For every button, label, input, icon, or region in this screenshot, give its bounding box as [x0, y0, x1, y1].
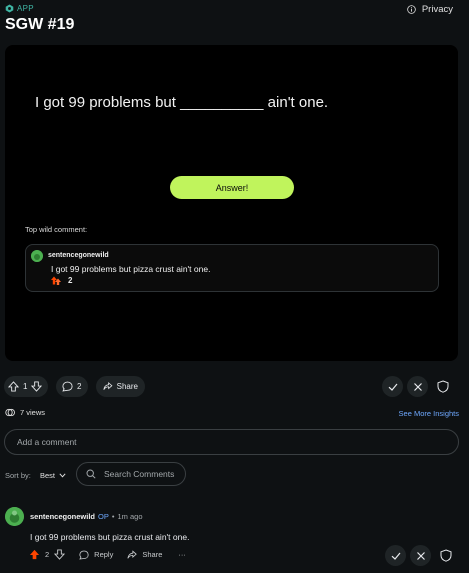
comment-vote-control: 2: [29, 549, 66, 560]
comment-username[interactable]: sentencegonewild: [30, 512, 95, 521]
more-options-button[interactable]: ···: [178, 550, 186, 559]
comment-remove-button[interactable]: [410, 545, 431, 566]
upvote-arrows-icon: [51, 276, 61, 285]
view-count: 7 views: [20, 408, 46, 417]
vote-count: 1: [23, 382, 28, 391]
downvote-icon[interactable]: [31, 381, 43, 392]
top-wild-label: Top wild comment:: [25, 225, 88, 234]
top-comment-votes: 2: [51, 276, 72, 285]
sort-dropdown[interactable]: Best: [40, 471, 66, 480]
remove-button[interactable]: [407, 376, 428, 397]
mod-shield-button[interactable]: [437, 380, 449, 393]
reply-button[interactable]: Reply: [79, 550, 113, 560]
top-wild-comment-card: sentencegonewild I got 99 problems but p…: [25, 244, 439, 292]
views-icon: [5, 408, 15, 417]
approve-button[interactable]: [382, 376, 403, 397]
snoo-avatar-icon: [5, 507, 24, 526]
search-comments-input[interactable]: Search Comments: [76, 462, 186, 486]
search-icon: [86, 469, 96, 479]
chevron-down-icon: [59, 473, 66, 478]
shield-icon: [437, 380, 449, 393]
close-icon: [413, 382, 422, 391]
share-button[interactable]: Share: [96, 376, 145, 397]
comment-approve-button[interactable]: [385, 545, 406, 566]
share-icon: [103, 381, 113, 390]
shield-icon: [440, 549, 452, 562]
comment-actions: 2 Reply Share ···: [29, 549, 186, 560]
comments-button[interactable]: 2: [56, 376, 88, 397]
top-comment-vote-count: 2: [68, 276, 73, 285]
view-stats: 7 views: [5, 408, 45, 417]
privacy-link[interactable]: Privacy: [407, 4, 453, 15]
app-label: APP: [17, 4, 34, 13]
add-comment-input[interactable]: Add a comment: [4, 429, 459, 455]
share-label: Share: [116, 382, 138, 391]
avatar[interactable]: [5, 507, 24, 526]
upvote-icon[interactable]: [29, 549, 40, 560]
snoo-avatar-icon: [31, 250, 43, 262]
sort-label: Sort by:: [5, 471, 31, 480]
comment-vote-count: 2: [45, 550, 50, 559]
app-icon: [5, 4, 14, 13]
comment-bubble-icon: [62, 381, 73, 392]
close-icon: [416, 551, 425, 560]
comment-text: I got 99 problems but pizza crust ain't …: [30, 532, 190, 542]
meta-separator: •: [111, 512, 115, 521]
sentence-prompt: I got 99 problems but __________ ain't o…: [35, 94, 329, 111]
comment-share-label: Share: [142, 550, 163, 559]
share-icon: [127, 549, 138, 559]
vote-control: 1: [4, 376, 48, 397]
upvote-icon[interactable]: [8, 381, 19, 392]
comment-meta: sentencegonewild OP • 1m ago: [30, 512, 143, 521]
game-panel: I got 99 problems but __________ ain't o…: [5, 45, 458, 361]
comment-bubble-icon: [79, 550, 89, 560]
sort-value: Best: [40, 471, 56, 480]
privacy-label: Privacy: [421, 4, 453, 15]
post-title: SGW #19: [5, 16, 75, 33]
avatar: [31, 250, 43, 262]
app-badge: APP: [5, 4, 34, 13]
comment-mod-shield-button[interactable]: [440, 549, 452, 562]
top-comment-username: sentencegonewild: [48, 252, 109, 259]
answer-button[interactable]: Answer!: [170, 176, 294, 199]
comment-count: 2: [77, 382, 82, 391]
checkmark-icon: [391, 552, 400, 560]
checkmark-icon: [388, 383, 397, 391]
info-icon: [407, 5, 416, 14]
top-comment-text: I got 99 problems but pizza crust ain't …: [51, 264, 211, 274]
comment-timestamp: 1m ago: [117, 512, 143, 521]
comment-share-button[interactable]: Share: [127, 549, 163, 560]
search-comments-placeholder: Search Comments: [104, 469, 175, 479]
reply-label: Reply: [94, 550, 114, 559]
downvote-icon[interactable]: [54, 549, 66, 560]
op-badge: OP: [98, 512, 109, 521]
see-more-insights-link[interactable]: See More Insights: [399, 409, 459, 418]
